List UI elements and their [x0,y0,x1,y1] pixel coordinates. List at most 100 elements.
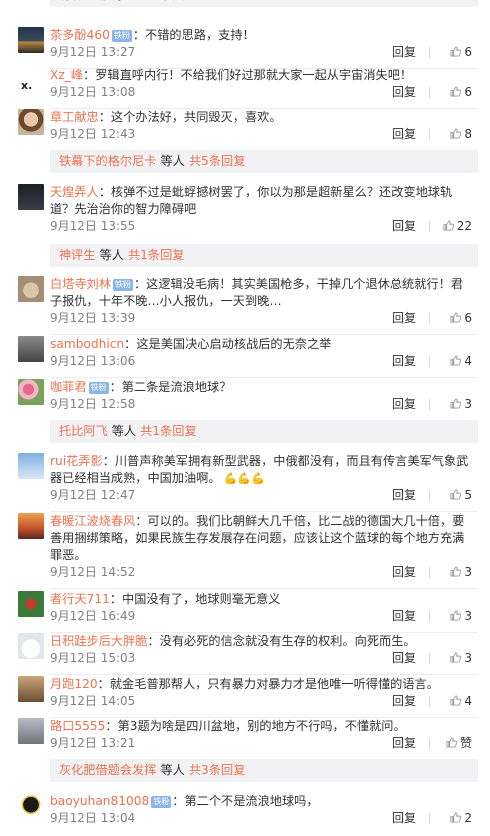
meta-divider [429,653,430,664]
like-button[interactable]: 3 [436,396,472,413]
like-button[interactable]: 8 [436,126,472,143]
fan-badge: 铁粉 [112,279,133,291]
like-button[interactable]: 6 [436,310,472,327]
timestamp: 9月12日 13:08 [50,85,136,99]
more-replies-bar[interactable]: 铁幕下的格尔尼卡 等人 共5条回复 [50,150,478,173]
like-count: 2 [464,811,472,825]
user-avatar[interactable] [18,276,44,302]
user-avatar[interactable] [18,718,44,744]
username-link[interactable]: 者行天711 [50,592,110,606]
username-link[interactable]: 路口5555 [50,719,105,733]
emoji-strong: 💪💪💪 [223,472,265,485]
bar-username[interactable]: 有林则易 [59,0,108,2]
comment-content: ：中国没有了，地球则毫无意义 [109,592,281,606]
fan-badge: 铁粉 [88,382,109,394]
meta-divider [429,87,430,98]
like-button[interactable]: 4 [436,693,472,710]
bar-username[interactable]: 神评生 [59,248,96,262]
username-link[interactable]: 章工献忠 [50,110,99,124]
like-button[interactable]: 3 [436,608,472,625]
reply-button[interactable]: 回复 [392,564,416,581]
user-avatar[interactable] [18,379,44,405]
user-avatar[interactable] [18,633,44,659]
comment-body: 者行天711：中国没有了，地球则毫无意义 9月12日 16:49 回复 3 [50,591,472,625]
username-link[interactable]: 白塔寺刘林 [50,277,111,291]
reply-button[interactable]: 回复 [392,650,416,667]
reply-button[interactable]: 回复 [392,126,416,143]
like-button[interactable]: 赞 [436,735,472,752]
reply-button[interactable]: 回复 [392,396,416,413]
comment-meta: 9月12日 12:47 回复 5 [50,487,472,504]
reply-button[interactable]: 回复 [392,44,416,61]
reply-button[interactable]: 回复 [392,84,416,101]
like-button[interactable]: 4 [436,353,472,370]
username-link[interactable]: Xz_峰 [50,68,83,82]
username-link[interactable]: rui花弄影 [50,454,103,468]
like-button[interactable]: 6 [436,44,472,61]
reply-button[interactable]: 回复 [392,218,416,235]
thumbs-up-icon [450,45,462,57]
timestamp: 9月12日 14:52 [50,565,136,579]
timestamp: 9月12日 13:39 [50,311,136,325]
username-link[interactable]: sambodhicn [50,337,124,351]
timestamp: 9月12日 13:27 [50,45,136,59]
like-button[interactable]: 3 [436,650,472,667]
username-link[interactable]: 茶多酚460 [50,28,110,42]
thumbs-up-icon [450,488,462,500]
reply-button[interactable]: 回复 [392,487,416,504]
username-link[interactable]: baoyuhan81008 [50,794,149,808]
reply-button[interactable]: 回复 [392,810,416,827]
user-avatar[interactable] [18,676,44,702]
comment-content: ：第二个不是流浪地球吗， [172,794,319,808]
meta-divider [429,738,430,749]
thumbs-up-icon [443,219,454,231]
more-replies-bar[interactable]: 灰化肥借题会发挥 等人 共3条回复 [50,759,478,782]
user-avatar[interactable]: x. [18,67,44,93]
bar-username[interactable]: 灰化肥借题会发挥 [59,763,157,777]
user-avatar[interactable] [18,184,44,210]
meta-divider [429,356,430,367]
bar-username[interactable]: 托比阿飞 [59,424,108,438]
username-link[interactable]: 月跑120 [50,677,98,691]
user-avatar[interactable] [18,109,44,135]
like-button[interactable]: 6 [436,84,472,101]
comment-text: 春暖江波烧春风：可以的。我们比朝鲜大几千倍，比二战的德国大几十倍，要善用捆绑策略… [50,513,472,564]
bar-reply-count[interactable]: 共1条回复 [140,424,197,438]
reply-button[interactable]: 回复 [392,353,416,370]
reply-button[interactable]: 回复 [392,608,416,625]
bar-reply-count[interactable]: 共1条回复 [128,248,185,262]
bar-reply-count[interactable]: 共3条回复 [189,763,246,777]
bar-reply-count[interactable]: 共5条回复 [189,154,246,168]
comment-body: 月跑120：就金毛普那帮人，只有暴力对暴力才是他唯一听得懂的语言。 9月12日 1… [50,676,472,710]
like-count: 赞 [459,736,472,750]
reply-button[interactable]: 回复 [392,310,416,327]
bar-reply-count[interactable]: 共1条回复 [140,0,197,2]
comment-content: ：不错的思路，支持！ [132,28,255,42]
like-button[interactable]: 3 [436,564,472,581]
user-avatar[interactable] [18,27,44,53]
username-link[interactable]: 日积跬步后大胖脆 [50,634,148,648]
user-avatar[interactable] [18,453,44,479]
bar-username[interactable]: 铁幕下的格尔尼卡 [59,154,157,168]
like-button[interactable]: 5 [436,487,472,504]
like-button[interactable]: 2 [436,810,472,827]
timestamp: 9月12日 12:43 [50,127,136,141]
reply-button[interactable]: 回复 [392,735,416,752]
meta-divider [429,47,430,58]
user-avatar[interactable] [18,591,44,617]
timestamp: 9月12日 12:58 [50,397,136,411]
username-link[interactable]: 咖菲君 [50,380,87,394]
comment-content: ：核弹不过是蚍蜉撼树罢了，你以为那是超新星么？还改变地球轨道？先治治你的智力障碍… [50,185,453,216]
user-avatar[interactable] [18,513,44,539]
user-avatar[interactable] [18,336,44,362]
more-replies-bar-top[interactable]: 有林则易 等人 共1条回复 [50,0,478,7]
more-replies-bar[interactable]: 神评生 等人 共1条回复 [50,244,478,267]
user-avatar[interactable] [18,793,44,819]
username-link[interactable]: 天煌弄人 [50,185,99,199]
username-link[interactable]: 春暖江波烧春风 [50,514,135,528]
more-replies-bar[interactable]: 托比阿飞 等人 共1条回复 [50,420,478,443]
comment-text: 者行天711：中国没有了，地球则毫无意义 [50,591,472,608]
like-button[interactable]: 22 [436,218,472,235]
like-count: 22 [456,219,472,233]
reply-button[interactable]: 回复 [392,693,416,710]
